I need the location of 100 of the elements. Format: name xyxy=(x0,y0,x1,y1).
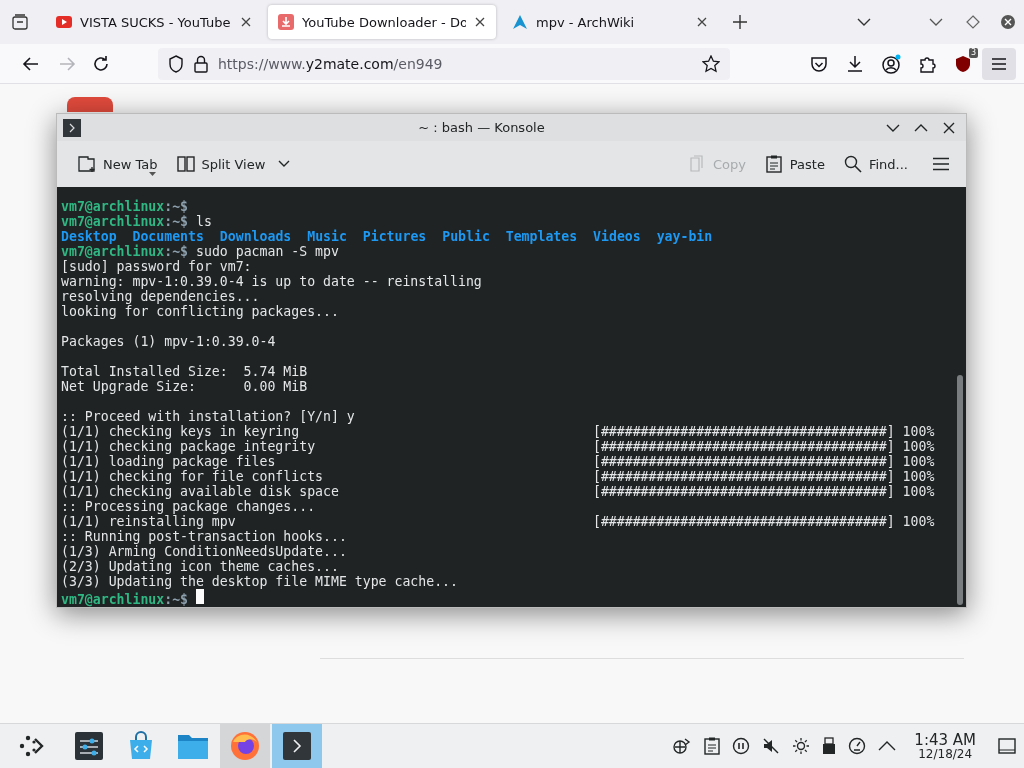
pause-icon[interactable] xyxy=(732,737,751,755)
progress-bar-text: [####################################] xyxy=(592,439,895,454)
clock-time[interactable]: 1:43 AM xyxy=(914,731,976,748)
lock-icon xyxy=(194,54,208,73)
fox-globe-icon[interactable] xyxy=(230,731,260,761)
back-icon[interactable] xyxy=(22,54,40,73)
diamond-icon[interactable] xyxy=(966,15,980,29)
close-icon[interactable] xyxy=(1000,14,1016,30)
output-line: (1/1) reinstalling mpv xyxy=(61,514,236,529)
taskbar-app[interactable] xyxy=(272,723,322,768)
close-icon[interactable] xyxy=(943,121,955,134)
shield-icon xyxy=(168,54,184,73)
progress-bar-text: [####################################] xyxy=(592,469,895,484)
brightness-icon[interactable] xyxy=(792,737,811,755)
output-line: Packages (1) mpv-1:0.39.0-4 xyxy=(61,334,276,349)
show-desktop-icon[interactable] xyxy=(998,737,1016,755)
split-view-icon xyxy=(175,154,196,174)
close-icon[interactable] xyxy=(696,16,708,28)
caret-icon xyxy=(149,172,156,176)
maximize-icon[interactable] xyxy=(914,122,928,133)
reload-icon[interactable] xyxy=(92,54,110,73)
split-button[interactable]: Split View xyxy=(169,148,272,180)
sliders-icon[interactable] xyxy=(74,731,104,761)
new-tab-button[interactable]: New Tab xyxy=(71,148,164,180)
progress-bar-text: [####################################] xyxy=(592,454,895,469)
directory-name: Public xyxy=(442,229,490,244)
chevron-down-icon[interactable] xyxy=(277,159,292,169)
command-text: ls xyxy=(196,214,212,229)
output-line: (1/3) Arming ConditionNeedsUpdate... xyxy=(61,544,347,559)
percent-text: 100% xyxy=(902,439,935,454)
menu-button[interactable] xyxy=(982,47,1016,80)
progress-bar-text: [####################################] xyxy=(592,514,895,529)
download-icon xyxy=(278,14,294,30)
percent-text: 100% xyxy=(902,484,935,499)
directory-name: Pictures xyxy=(362,229,427,244)
directory-name: yay-bin xyxy=(656,229,713,244)
puzzle-icon[interactable] xyxy=(918,54,936,73)
speaker-muted-icon[interactable] xyxy=(762,737,781,755)
browser-tab[interactable]: VISTA SUCKS - YouTube xyxy=(46,5,262,39)
output-line: warning: mpv-1:0.39.0-4 is up to date -- reinstalling xyxy=(61,274,482,289)
download-icon[interactable] xyxy=(846,54,864,73)
directory-name: Documents xyxy=(132,229,204,244)
minimize-icon[interactable] xyxy=(886,122,900,133)
percent-text: 100% xyxy=(902,454,935,469)
new-tab-icon xyxy=(77,154,97,174)
output-line: Total Installed Size: 5.74 MiB xyxy=(61,364,308,379)
progress-bar-text: [####################################] xyxy=(592,424,895,439)
output-line: :: Proceed with installation? [Y/n] y xyxy=(61,409,355,424)
directory-name: Videos xyxy=(593,229,641,244)
shell-prompt: vm7@archlinux:~$ xyxy=(61,214,189,229)
output-line: (1/1) loading package files xyxy=(61,454,276,469)
star-icon[interactable] xyxy=(702,54,720,73)
directory-name: Desktop xyxy=(61,229,117,244)
shell-prompt: vm7@archlinux:~$ xyxy=(61,592,189,607)
command-text: sudo pacman -S mpv xyxy=(196,244,339,259)
find-button[interactable]: Find... xyxy=(836,148,914,180)
tab-list-icon[interactable] xyxy=(12,14,28,30)
menu-icon xyxy=(991,56,1007,71)
pocket-icon[interactable] xyxy=(810,54,828,73)
directory-name: Music xyxy=(307,229,347,244)
triangle-icon xyxy=(512,14,528,30)
output-line: Net Upgrade Size: 0.00 MiB xyxy=(61,379,308,394)
account-icon[interactable] xyxy=(881,53,901,74)
terminal-icon xyxy=(63,118,81,137)
chevron-up-icon[interactable] xyxy=(878,740,897,752)
window-title: ~ : bash — Konsole xyxy=(417,120,546,135)
output-line: :: Processing package changes... xyxy=(61,499,316,514)
folder-icon[interactable] xyxy=(177,732,209,760)
address-field[interactable]: https://www.y2mate.com/en949 xyxy=(158,47,730,80)
scrollbar-thumb[interactable] xyxy=(957,375,963,605)
menu-icon[interactable] xyxy=(932,157,950,171)
output-line: resolving dependencies... xyxy=(61,289,260,304)
gauge-icon[interactable] xyxy=(848,737,867,755)
usb-drive-icon[interactable] xyxy=(822,737,837,755)
terminal-icon[interactable] xyxy=(282,731,312,761)
page-button[interactable] xyxy=(67,97,113,112)
progress-bar-text: [####################################] xyxy=(592,484,895,499)
paste-button[interactable]: Paste xyxy=(757,148,831,180)
output-line: (2/3) Updating icon theme caches... xyxy=(61,559,339,574)
clipboard-icon xyxy=(763,154,784,174)
directory-name: Templates xyxy=(505,229,578,244)
browser-tab[interactable]: mpv - ArchWiki xyxy=(502,5,718,39)
output-line: (1/1) checking for file conflicts xyxy=(61,469,323,484)
shield-icon[interactable] xyxy=(954,54,972,73)
output-line: (1/1) checking available disk space xyxy=(61,484,339,499)
close-icon[interactable] xyxy=(474,16,486,28)
search-icon xyxy=(842,154,863,174)
output-line: (1/1) checking keys in keyring xyxy=(61,424,300,439)
output-line: :: Running post-transaction hooks... xyxy=(61,529,347,544)
close-icon[interactable] xyxy=(240,16,252,28)
launcher-icon[interactable] xyxy=(18,733,44,759)
clipboard-icon[interactable] xyxy=(704,737,721,755)
clock-date[interactable]: 12/18/24 xyxy=(918,747,973,761)
percent-text: 100% xyxy=(902,514,935,529)
percent-text: 100% xyxy=(902,424,935,439)
play-icon xyxy=(56,14,72,30)
output-line: [sudo] password for vm7: xyxy=(61,259,252,274)
shell-prompt: vm7@archlinux:~$ xyxy=(61,244,189,259)
plus-icon[interactable] xyxy=(732,14,748,30)
output-line: (1/1) checking package integrity xyxy=(61,439,316,454)
